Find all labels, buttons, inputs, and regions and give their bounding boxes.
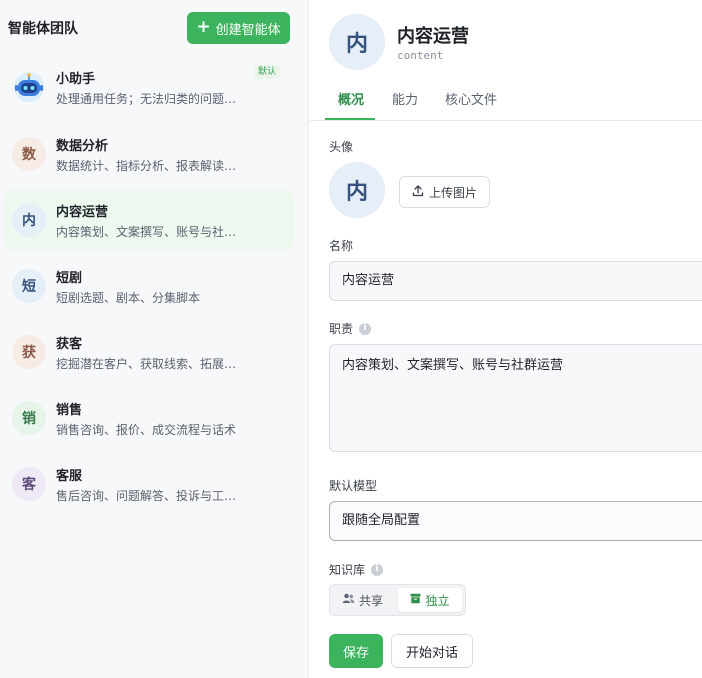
agent-name: 客服: [56, 469, 83, 484]
save-button[interactable]: 保存: [329, 634, 383, 668]
knowledge-base-toggle: 共享 独立: [329, 584, 466, 616]
duty-textarea[interactable]: 内容策划、文案撰写、账号与社群运营: [329, 344, 702, 452]
agent-item-acquisition[interactable]: 获 获客 挖掘潜在客户、获取线索、拓展…: [4, 322, 294, 382]
name-label-text: 名称: [329, 239, 354, 253]
sidebar-header: 智能体团队 + 创建智能体: [0, 0, 309, 56]
duty-field-label: 职责 i: [329, 320, 372, 337]
agent-description: 数据统计、指标分析、报表解读…: [56, 159, 237, 173]
agent-title: 内容运营: [397, 26, 469, 47]
agent-item-short-drama[interactable]: 短 短剧 短剧选题、剧本、分集脚本: [4, 256, 294, 316]
kb-option-shared[interactable]: 共享: [334, 588, 391, 612]
default-model-select[interactable]: 跟随全局配置: [329, 501, 702, 541]
agent-name: 小助手: [56, 72, 96, 87]
agent-description: 售后咨询、问题解答、投诉与工…: [56, 489, 237, 503]
kb-option-independent[interactable]: 独立: [398, 588, 462, 612]
info-icon[interactable]: i: [371, 563, 384, 576]
kb-option-shared-label: 共享: [359, 593, 384, 608]
upload-image-button[interactable]: 上传图片: [399, 176, 490, 208]
agent-id: content: [397, 49, 444, 62]
agent-avatar: 销: [12, 401, 46, 435]
agent-avatar: 短: [12, 269, 46, 303]
active-tab-indicator: [325, 118, 375, 120]
kb-option-independent-label: 独立: [425, 593, 450, 608]
users-icon: [342, 593, 355, 607]
agent-avatar: 客: [12, 467, 46, 501]
kb-label-text: 知识库: [329, 563, 366, 577]
model-field-label: 默认模型: [329, 477, 377, 494]
agent-item-assistant[interactable]: 小助手 处理通用任务；无法归类的问题… 默认: [4, 57, 294, 117]
default-badge: 默认: [254, 65, 281, 79]
detail-tabs: 概况 能力 核心文件: [310, 78, 702, 121]
info-icon[interactable]: i: [359, 322, 372, 335]
agent-description: 挖掘潜在客户、获取线索、拓展…: [56, 357, 237, 371]
robot-avatar-icon: [12, 70, 46, 104]
create-agent-label: 创建智能体: [215, 22, 281, 38]
agent-avatar: 数: [12, 137, 46, 171]
avatar-field-label: 头像: [329, 138, 353, 155]
agent-detail-panel: 内 内容运营 content 概况 能力 核心文件 头像 内 上传图片 名称 内…: [310, 0, 702, 678]
create-agent-button[interactable]: + 创建智能体: [187, 12, 290, 44]
agent-avatar-preview: 内: [329, 162, 385, 218]
agent-description: 处理通用任务；无法归类的问题…: [56, 92, 237, 106]
tab-core-files[interactable]: 核心文件: [445, 89, 497, 108]
agent-avatar: 内: [12, 203, 46, 237]
agent-description: 短剧选题、剧本、分集脚本: [56, 291, 201, 305]
tab-overview[interactable]: 概况: [338, 89, 364, 108]
name-input[interactable]: 内容运营: [329, 261, 702, 301]
kb-field-label: 知识库 i: [329, 561, 384, 578]
duty-label-text: 职责: [329, 322, 354, 336]
agent-description: 销售咨询、报价、成交流程与话术: [56, 423, 237, 437]
agent-sidebar: 智能体团队 + 创建智能体 小助手 处理通用任务；无法归类的问题… 默认 数 数…: [0, 0, 309, 678]
plus-icon: +: [196, 17, 211, 37]
tab-capabilities[interactable]: 能力: [392, 89, 418, 108]
name-field-label: 名称: [329, 237, 353, 254]
agent-item-customer-service[interactable]: 客 客服 售后咨询、问题解答、投诉与工…: [4, 454, 294, 514]
agent-name: 数据分析: [56, 139, 109, 154]
agent-avatar: 获: [12, 335, 46, 369]
agent-description: 内容策划、文案撰写、账号与社…: [56, 225, 237, 239]
agent-name: 获客: [56, 337, 83, 352]
agent-header-avatar: 内: [329, 14, 385, 70]
agent-item-content-ops[interactable]: 内 内容运营 内容策划、文案撰写、账号与社…: [4, 190, 294, 250]
upload-image-label: 上传图片: [428, 185, 477, 200]
agent-item-data-analysis[interactable]: 数 数据分析 数据统计、指标分析、报表解读…: [4, 124, 294, 184]
sidebar-title: 智能体团队: [8, 21, 78, 37]
start-chat-button[interactable]: 开始对话: [391, 634, 473, 668]
avatar-label-text: 头像: [329, 140, 354, 154]
agent-name: 内容运营: [56, 205, 109, 220]
model-label-text: 默认模型: [329, 479, 378, 493]
agent-item-sales[interactable]: 销 销售 销售咨询、报价、成交流程与话术: [4, 388, 294, 448]
upload-icon: [412, 184, 424, 200]
agent-name: 短剧: [56, 271, 83, 286]
agent-name: 销售: [56, 403, 83, 418]
archive-icon: [410, 593, 421, 607]
